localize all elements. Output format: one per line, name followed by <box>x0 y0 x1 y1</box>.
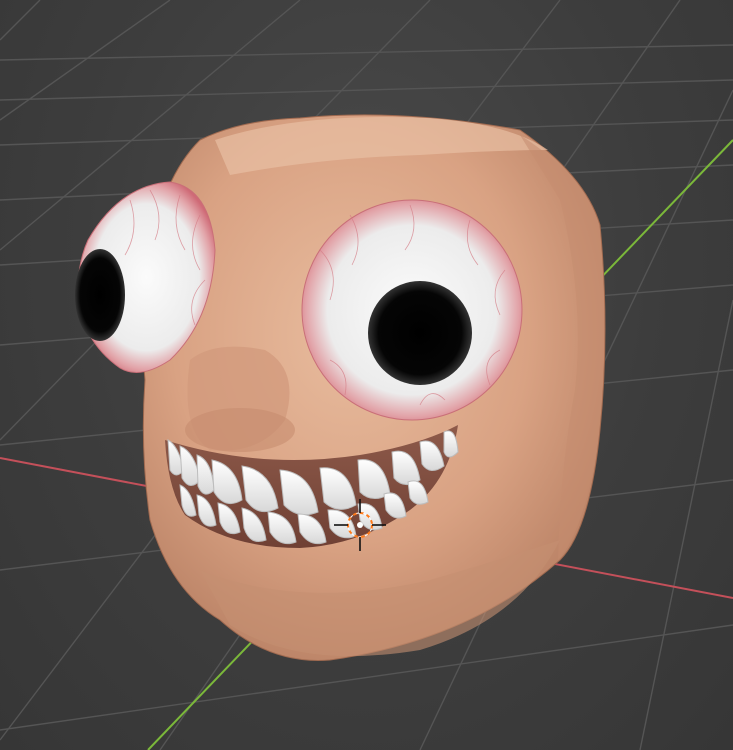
3d-viewport[interactable] <box>0 0 733 750</box>
right-eye[interactable] <box>301 199 523 421</box>
viewport-scene[interactable] <box>0 0 733 750</box>
left-pupil <box>75 249 125 341</box>
right-pupil <box>368 281 472 385</box>
